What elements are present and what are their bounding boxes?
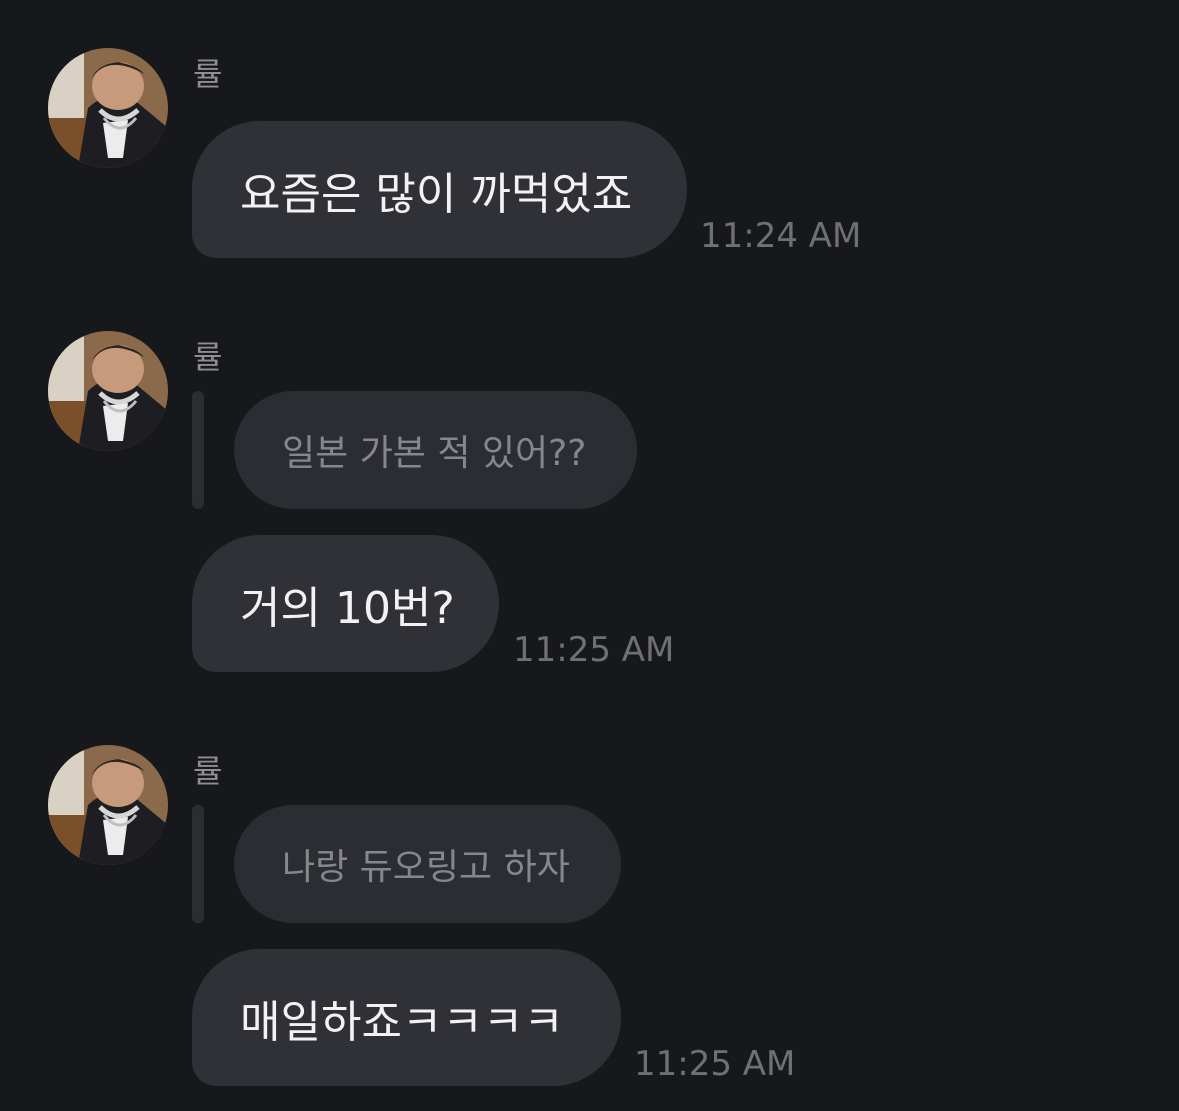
user-avatar-icon[interactable] [48, 745, 168, 865]
user-avatar-icon[interactable] [48, 48, 168, 168]
reply-indicator-bar [192, 391, 204, 509]
message-timestamp: 11:24 AM [700, 216, 862, 256]
reply-quote-bubble[interactable]: 일본 가본 적 있어?? [234, 391, 637, 509]
user-avatar-icon[interactable] [48, 331, 168, 451]
message-timestamp: 11:25 AM [634, 1044, 796, 1084]
message-timestamp: 11:25 AM [513, 630, 675, 670]
reply-quote-bubble[interactable]: 나랑 듀오링고 하자 [234, 805, 621, 923]
message-bubble[interactable]: 거의 10번? [192, 535, 499, 672]
message-bubble[interactable]: 요즘은 많이 까먹었죠 [192, 121, 687, 258]
sender-name: 률 [193, 338, 223, 376]
message-bubble[interactable]: 매일하죠ㅋㅋㅋㅋ [192, 949, 621, 1086]
sender-name: 률 [193, 55, 223, 93]
reply-indicator-bar [192, 805, 204, 923]
sender-name: 률 [193, 752, 223, 790]
